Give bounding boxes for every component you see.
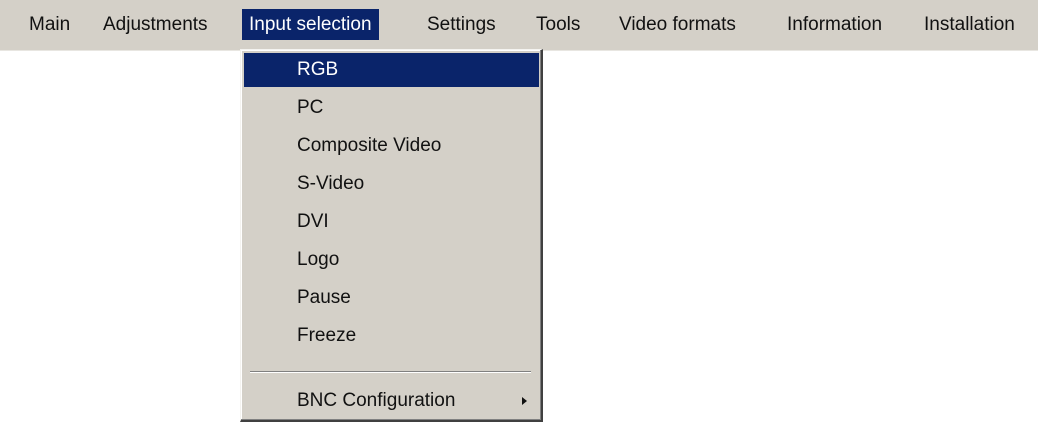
menu-item-bnc-configuration[interactable]: BNC Configuration bbox=[244, 384, 539, 418]
menu-item-logo[interactable]: Logo bbox=[244, 243, 539, 277]
menu-main[interactable]: Main bbox=[22, 9, 77, 40]
menu-item-pc[interactable]: PC bbox=[244, 91, 539, 125]
menu-item-s-video[interactable]: S-Video bbox=[244, 167, 539, 201]
menu-installation[interactable]: Installation bbox=[917, 9, 1022, 40]
menu-bar: Main Adjustments Input selection Setting… bbox=[0, 0, 1038, 51]
menu-video-formats[interactable]: Video formats bbox=[612, 9, 743, 40]
menu-item-dvi[interactable]: DVI bbox=[244, 205, 539, 239]
menu-settings[interactable]: Settings bbox=[420, 9, 503, 40]
submenu-arrow-icon bbox=[522, 397, 527, 405]
input-selection-dropdown: RGB PC Composite Video S-Video DVI Logo … bbox=[240, 49, 543, 422]
menu-item-pause[interactable]: Pause bbox=[244, 281, 539, 315]
menu-adjustments[interactable]: Adjustments bbox=[96, 9, 215, 40]
menu-item-rgb[interactable]: RGB bbox=[244, 53, 539, 87]
menu-item-freeze[interactable]: Freeze bbox=[244, 319, 539, 353]
menu-item-composite-video[interactable]: Composite Video bbox=[244, 129, 539, 163]
menu-input-selection[interactable]: Input selection bbox=[242, 9, 379, 40]
menu-separator bbox=[250, 371, 531, 373]
menu-item-label: BNC Configuration bbox=[297, 390, 456, 411]
menu-information[interactable]: Information bbox=[780, 9, 889, 40]
menu-tools[interactable]: Tools bbox=[529, 9, 587, 40]
